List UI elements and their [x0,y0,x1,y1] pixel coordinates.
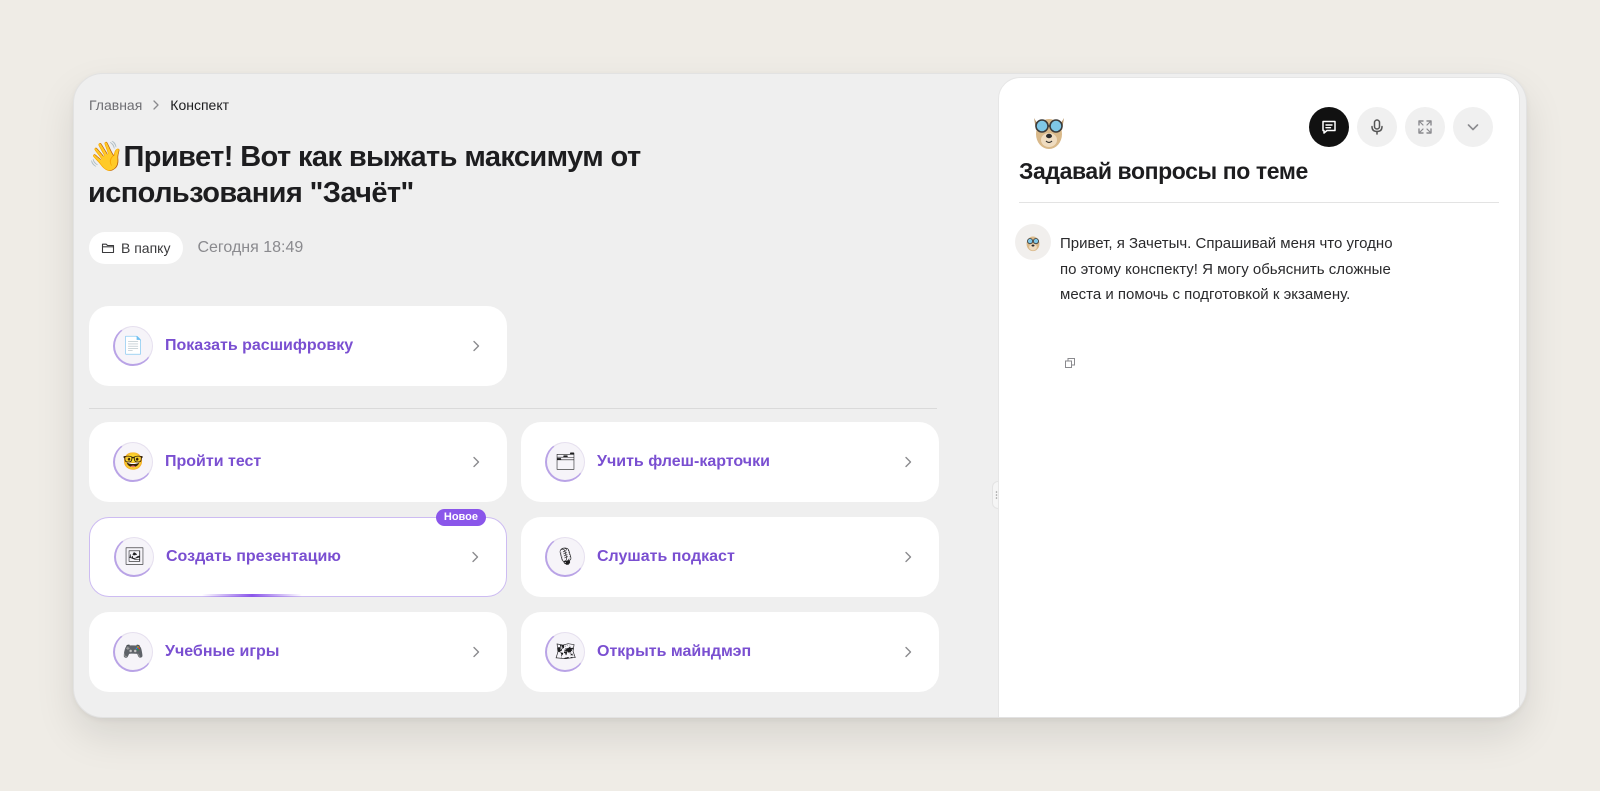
chevron-right-icon [901,645,915,659]
chevron-right-icon [150,99,162,111]
waving-hand-icon: 👋 [88,139,124,173]
presentation-icon: 🖼 [114,537,154,577]
document-icon: 📄 [113,326,153,366]
copy-message-button[interactable] [1062,355,1078,371]
copy-icon [1065,358,1075,368]
chevron-right-icon [469,645,483,659]
mascot-dog-icon [1026,236,1040,252]
chevron-right-icon [901,455,915,469]
summary-panel: Главная Конспект 👋Привет! Вот как выжать… [74,74,998,717]
breadcrumb: Главная Конспект [89,97,229,113]
page-title: 👋Привет! Вот как выжать максимум от испо… [88,138,728,211]
study-games-label: Учебные игры [165,643,280,660]
card-glow-indicator [202,594,302,597]
chevron-right-icon [901,550,915,564]
listen-podcast-label: Слушать подкаст [597,548,735,565]
folder-icon [101,241,115,255]
collapse-button[interactable] [1453,107,1493,147]
microphone-icon [1371,119,1383,135]
nerd-face-icon: 🤓 [113,442,153,482]
listen-podcast-button[interactable]: 🎙 Слушать подкаст [521,517,939,597]
open-mindmap-button[interactable]: 🗺 Открыть майндмэп [521,612,939,692]
chat-toolbar [1309,107,1493,147]
chevron-right-icon [468,550,482,564]
chat-mode-button[interactable] [1309,107,1349,147]
breadcrumb-home-link[interactable]: Главная [89,97,142,113]
show-transcript-label: Показать расшифровку [165,337,354,354]
chevron-right-icon [469,339,483,353]
game-controller-icon: 🎮 [113,632,153,672]
study-games-button[interactable]: 🎮 Учебные игры [89,612,507,692]
bot-message: Привет, я Зачетыч. Спрашивай меня что уг… [1060,235,1393,303]
chat-icon [1322,120,1336,134]
move-to-folder-label: В папку [121,240,171,256]
voice-mode-button[interactable] [1357,107,1397,147]
create-presentation-button[interactable]: Новое 🖼 Создать презентацию [89,509,507,597]
microphone-icon: 🎙 [545,537,585,577]
expand-button[interactable] [1405,107,1445,147]
section-divider [89,408,937,409]
take-test-label: Пройти тест [165,453,262,470]
bot-avatar [1015,224,1051,260]
flashcards-icon: 🗂 [545,442,585,482]
show-transcript-button[interactable]: 📄 Показать расшифровку [89,306,507,386]
map-icon: 🗺 [545,632,585,672]
new-badge: Новое [435,509,486,526]
take-test-button[interactable]: 🤓 Пройти тест [89,422,507,502]
mascot-dog-icon [1025,104,1073,152]
breadcrumb-current: Конспект [170,97,230,113]
expand-icon [1418,120,1432,134]
chevron-right-icon [469,455,483,469]
chat-panel: Задавай вопросы по теме Привет, я Зачеты… [998,77,1520,717]
study-flashcards-label: Учить флеш-карточки [597,453,770,470]
open-mindmap-label: Открыть майндмэп [597,643,752,660]
app-window: Главная Конспект 👋Привет! Вот как выжать… [73,73,1527,718]
chevron-down-icon [1467,124,1479,131]
page-title-text: Привет! Вот как выжать максимум от испол… [88,141,641,209]
move-to-folder-button[interactable]: В папку [89,232,184,264]
chat-title: Задавай вопросы по теме [1019,158,1308,184]
created-date: Сегодня 18:49 [197,239,304,256]
meta-row: В папку Сегодня 18:49 [89,232,303,264]
create-presentation-label: Создать презентацию [166,548,341,565]
chat-divider [1019,202,1499,203]
study-flashcards-button[interactable]: 🗂 Учить флеш-карточки [521,422,939,502]
